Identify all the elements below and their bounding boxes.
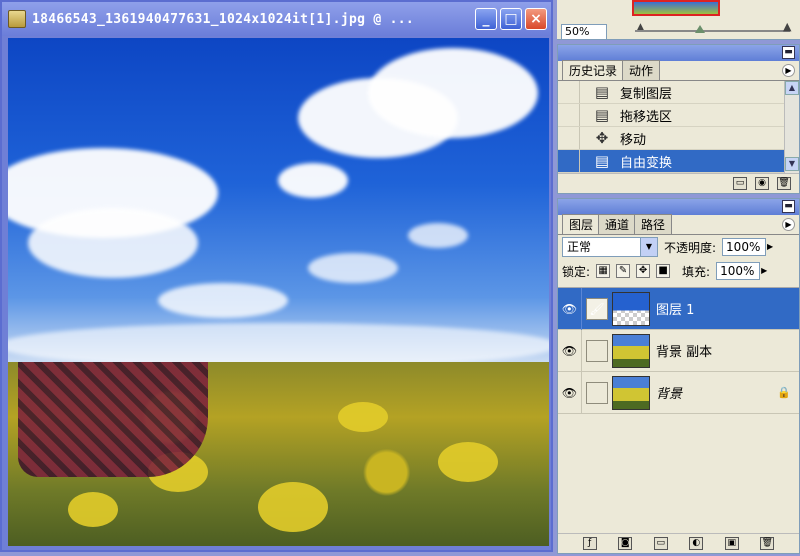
sky-layer-image [8, 38, 549, 368]
zoom-field[interactable]: 50% [561, 24, 607, 40]
layers-panel-minimize-button[interactable]: ▬ [782, 200, 795, 213]
layer-row-selected[interactable]: 👁 🖌 图层 1 [558, 287, 799, 330]
document-title: 18466543_1361940477631_1024x1024it[1].jp… [32, 11, 414, 27]
link-slot[interactable] [586, 381, 608, 404]
layer-name: 背景 [656, 387, 683, 402]
document-window: 18466543_1361940477631_1024x1024it[1].jp… [0, 0, 553, 552]
layer-name: 背景 副本 [656, 345, 713, 360]
history-state-icon: ▤ [594, 152, 610, 170]
history-item-selected[interactable]: ▤ 自由变换 [558, 150, 799, 173]
history-tabs: 历史记录 动作 ▶ [558, 60, 799, 81]
scroll-up-icon[interactable]: ▲ [785, 81, 799, 95]
panel-menu-icon[interactable]: ▶ [782, 218, 795, 231]
lock-label: 锁定: [562, 264, 591, 279]
new-group-icon[interactable]: ▭ [653, 537, 668, 550]
layers-panel-header[interactable]: ▬ [558, 199, 799, 215]
history-item[interactable]: ✥ 移动 [558, 127, 799, 150]
person-plaid-shirt [18, 362, 208, 477]
history-snapshot-checkbox[interactable] [558, 81, 580, 103]
history-item-label: 移动 [620, 132, 647, 148]
visibility-eye-icon[interactable]: 👁 [558, 371, 582, 414]
document-titlebar[interactable]: 18466543_1361940477631_1024x1024it[1].jp… [2, 2, 551, 36]
history-item[interactable]: ▤ 拖移选区 [558, 104, 799, 127]
layer-mask-icon[interactable]: ◙ [618, 537, 633, 550]
brush-icon: 🖌 [586, 297, 608, 320]
maximize-button[interactable]: □ [500, 8, 522, 30]
zoom-in-icon[interactable]: ▲ [783, 20, 791, 33]
history-item-label: 拖移选区 [620, 109, 673, 125]
history-snapshot-checkbox[interactable] [558, 127, 580, 149]
history-scrollbar[interactable]: ▲ ▼ [784, 81, 799, 173]
layer-thumbnail [612, 291, 650, 326]
layers-tabs: 图层 通道 路径 ▶ [558, 214, 799, 235]
tab-layers[interactable]: 图层 [562, 214, 601, 234]
blend-mode-value: 正常 [567, 240, 592, 254]
tab-history[interactable]: 历史记录 [562, 60, 625, 80]
history-snapshot-checkbox[interactable] [558, 150, 580, 172]
scroll-down-icon[interactable]: ▼ [785, 157, 799, 171]
tab-paths[interactable]: 路径 [634, 214, 673, 234]
opacity-value: 100% [726, 240, 761, 254]
history-item[interactable]: ▤ 复制图层 [558, 81, 799, 104]
fill-arrow-icon[interactable]: ▶ [761, 265, 771, 277]
link-slot[interactable] [586, 339, 608, 362]
visibility-eye-icon[interactable]: 👁 [558, 287, 582, 330]
new-document-from-state-icon[interactable]: ▭ [733, 177, 747, 190]
fill-value: 100% [720, 264, 755, 278]
new-layer-icon[interactable]: ▣ [724, 537, 739, 550]
history-footer: ▭ ◉ 🗑 [558, 173, 799, 193]
move-tool-icon: ✥ [595, 129, 609, 147]
camera-snapshot-icon[interactable]: ◉ [755, 177, 769, 190]
navigator-panel: 50% ▲ ▲ [557, 0, 800, 40]
history-snapshot-checkbox[interactable] [558, 104, 580, 126]
layer-thumbnail [612, 333, 650, 368]
history-state-icon: ▤ [594, 106, 610, 124]
navigator-preview[interactable] [632, 0, 720, 16]
layers-list: 👁 🖌 图层 1 👁 背景 副本 👁 背景 🔒 [558, 287, 799, 414]
layer-name: 图层 1 [656, 303, 695, 318]
layer-row[interactable]: 👁 背景 🔒 [558, 371, 799, 414]
layer-row[interactable]: 👁 背景 副本 [558, 329, 799, 372]
visibility-eye-icon[interactable]: 👁 [558, 329, 582, 372]
history-list: ▤ 复制图层 ▤ 拖移选区 ✥ 移动 ▤ 自由变换 ▲ ▼ [558, 81, 799, 173]
history-panel: ▬ 历史记录 动作 ▶ ▤ 复制图层 ▤ 拖移选区 ✥ 移动 ▤ 自由变换 ▲ … [557, 44, 800, 194]
history-panel-header[interactable]: ▬ [558, 45, 799, 61]
tab-actions[interactable]: 动作 [622, 60, 661, 80]
document-app-icon [8, 10, 26, 28]
image-canvas[interactable] [8, 38, 549, 546]
fill-label: 填充: [682, 264, 711, 279]
window-controls: _ □ × [475, 8, 547, 30]
history-state-icon: ▤ [594, 83, 610, 101]
close-button[interactable]: × [525, 8, 547, 30]
chevron-down-icon[interactable]: ▼ [640, 238, 657, 256]
lock-pixels-icon[interactable]: ✎ [616, 264, 631, 278]
opacity-label: 不透明度: [664, 240, 717, 255]
opacity-field[interactable]: 100% ▶ [722, 238, 773, 256]
history-item-label: 复制图层 [620, 86, 673, 102]
lock-transparency-icon[interactable]: ▦ [596, 264, 611, 278]
lock-all-icon[interactable]: ■ [656, 264, 671, 278]
photoshop-workspace: 18466543_1361940477631_1024x1024it[1].jp… [0, 0, 800, 556]
panel-menu-icon[interactable]: ▶ [782, 64, 795, 77]
trash-icon[interactable]: 🗑 [760, 537, 775, 550]
adjustment-layer-icon[interactable]: ◐ [689, 537, 704, 550]
layers-footer: ƒ ◙ ▭ ◐ ▣ 🗑 [558, 533, 799, 553]
zoom-slider-knob[interactable] [695, 25, 705, 33]
zoom-slider[interactable] [635, 30, 790, 32]
layers-panel: ▬ 图层 通道 路径 ▶ 正常 ▼ 不透明度: 100% ▶ 锁定: ▦ ✎ ✥… [557, 198, 800, 554]
blend-opacity-row: 正常 ▼ 不透明度: 100% ▶ [558, 235, 799, 259]
layer-style-icon[interactable]: ƒ [582, 537, 597, 550]
blend-mode-select[interactable]: 正常 ▼ [562, 237, 658, 257]
layer-thumbnail [612, 375, 650, 410]
lock-position-icon[interactable]: ✥ [636, 264, 651, 278]
fill-field[interactable]: 100% ▶ [716, 262, 767, 280]
tab-channels[interactable]: 通道 [598, 214, 637, 234]
lock-icon: 🔒 [777, 386, 791, 399]
lock-fill-row: 锁定: ▦ ✎ ✥ ■ 填充: 100% ▶ [558, 259, 799, 283]
history-item-label: 自由变换 [620, 155, 673, 171]
minimize-button[interactable]: _ [475, 8, 497, 30]
opacity-arrow-icon[interactable]: ▶ [767, 241, 777, 253]
trash-icon[interactable]: 🗑 [777, 177, 791, 190]
history-panel-minimize-button[interactable]: ▬ [782, 46, 795, 59]
